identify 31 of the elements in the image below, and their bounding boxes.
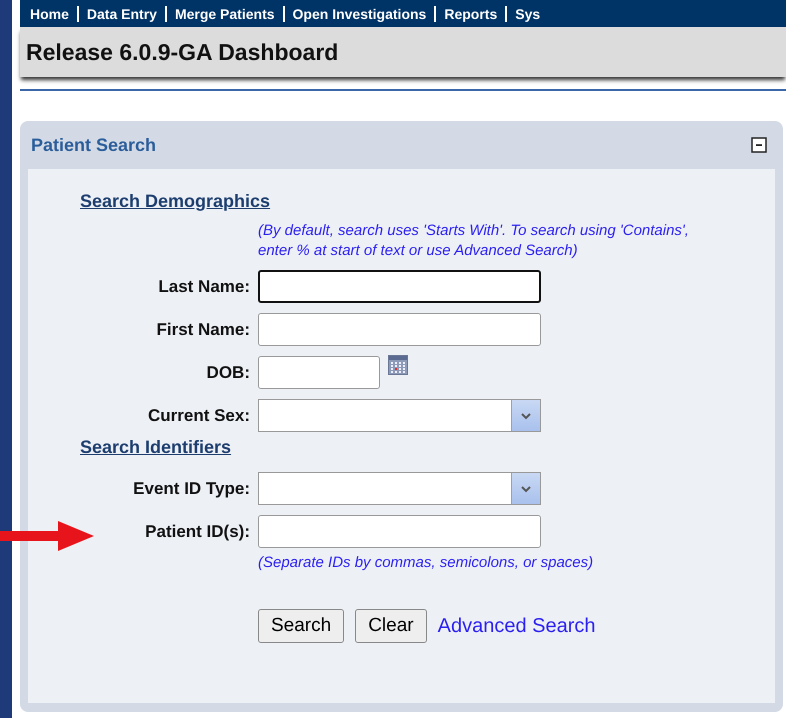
field-label: Current Sex: xyxy=(148,406,250,426)
field-label: First Name: xyxy=(156,320,250,340)
text-field[interactable] xyxy=(258,515,541,548)
field-label: DOB: xyxy=(206,362,250,382)
form-button[interactable]: Clear xyxy=(355,609,427,643)
nav-link[interactable]: Data Entry xyxy=(76,6,157,22)
calendar-icon[interactable] xyxy=(388,355,408,375)
text-field[interactable] xyxy=(258,313,541,346)
chevron-down-icon xyxy=(520,484,532,492)
dropdown-field[interactable] xyxy=(258,472,541,505)
nav-link[interactable]: Merge Patients xyxy=(164,6,275,22)
chevron-down-icon xyxy=(520,412,532,420)
page-title: Release 6.0.9-GA Dashboard xyxy=(26,38,338,66)
text-field[interactable] xyxy=(258,270,541,303)
nav-link[interactable]: Open Investigations xyxy=(282,6,426,22)
panel-title: Patient Search xyxy=(30,134,156,156)
section-heading: Search Identifiers xyxy=(80,437,232,457)
hint-text: (By default, search uses 'Starts With'. To search using 'Contains', enter % at start of text or use Advanced Search) xyxy=(258,221,690,261)
section-heading: Search Demographics xyxy=(80,191,270,211)
field-label: Patient ID(s): xyxy=(145,522,250,542)
form-button[interactable]: Search xyxy=(258,609,344,643)
collapse-icon[interactable] xyxy=(751,137,767,153)
hint-text: (Separate IDs by commas, semicolons, or spaces) xyxy=(258,553,594,573)
dropdown-field[interactable] xyxy=(258,399,541,432)
field-label: Last Name: xyxy=(158,276,250,296)
nav-link[interactable]: Reports xyxy=(434,6,498,22)
field-label: Event ID Type: xyxy=(133,478,250,498)
advanced-search-link[interactable]: Advanced Search xyxy=(438,614,596,638)
nav-link[interactable]: Home xyxy=(30,6,69,22)
nav-link[interactable]: Sys xyxy=(505,6,540,22)
date-field[interactable] xyxy=(258,356,380,389)
